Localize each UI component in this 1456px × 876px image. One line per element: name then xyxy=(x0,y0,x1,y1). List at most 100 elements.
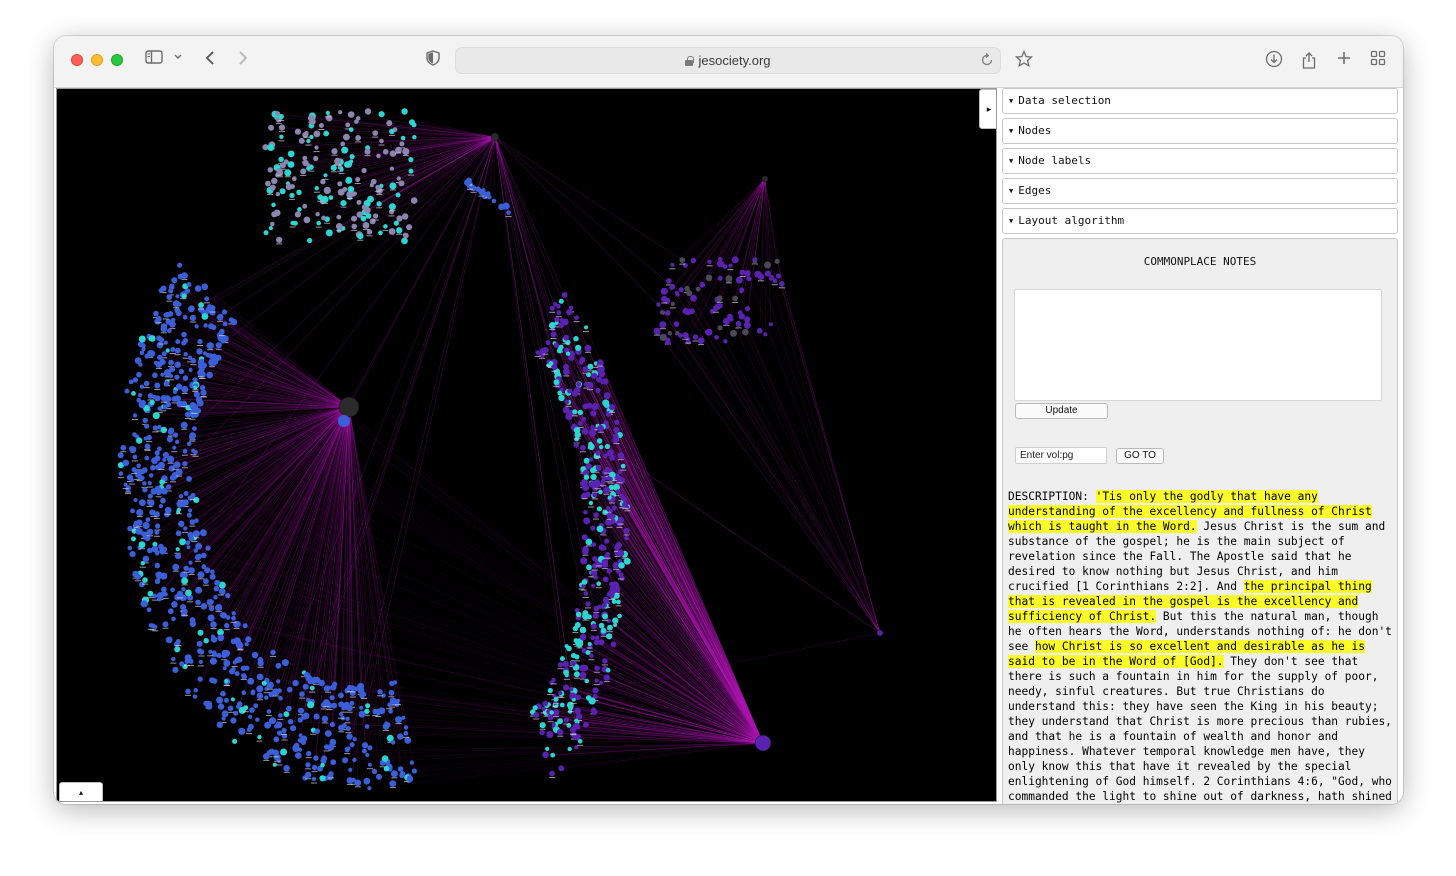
node-label-mark xyxy=(181,406,187,408)
node-label-mark xyxy=(349,691,356,693)
node-label-mark xyxy=(388,134,395,136)
graph-edge xyxy=(366,742,764,782)
graph-node xyxy=(303,672,311,679)
graph-node xyxy=(145,517,151,522)
graph-node xyxy=(404,736,412,744)
node-label-mark xyxy=(146,486,153,488)
section-node-labels[interactable]: ▼ Node labels xyxy=(1002,148,1398,174)
section-data-selection[interactable]: ▼ Data selection xyxy=(1002,88,1398,114)
graph-node xyxy=(546,731,554,738)
graph-node xyxy=(354,779,362,787)
graph-node xyxy=(608,588,616,596)
network-graph-canvas[interactable]: ▸ ▴ xyxy=(56,88,997,802)
graph-node xyxy=(175,553,182,560)
tab-overview-icon[interactable] xyxy=(1368,50,1388,72)
graph-node xyxy=(208,323,214,330)
share-icon[interactable] xyxy=(1299,50,1319,72)
graph-node xyxy=(567,746,572,752)
section-layout-algorithm[interactable]: ▼ Layout algorithm xyxy=(1002,208,1398,234)
node-label-mark xyxy=(345,732,352,734)
node-label-mark xyxy=(706,265,713,267)
graph-node xyxy=(183,565,189,571)
star-icon[interactable] xyxy=(1014,49,1034,72)
node-label-mark xyxy=(174,354,181,356)
graph-node xyxy=(210,636,218,643)
graph-node xyxy=(545,746,550,752)
node-label-mark xyxy=(374,190,381,192)
graph-node xyxy=(193,688,198,693)
graph-node xyxy=(175,310,182,317)
network-graph-svg[interactable] xyxy=(57,89,997,802)
graph-node xyxy=(410,197,418,204)
chevron-down-icon[interactable] xyxy=(172,50,184,72)
graph-node xyxy=(325,229,333,237)
graph-node xyxy=(193,450,198,455)
graph-node xyxy=(553,379,560,386)
minimize-window-button[interactable] xyxy=(91,54,103,66)
graph-node xyxy=(731,256,739,264)
goto-button[interactable]: GO TO xyxy=(1116,448,1164,464)
graph-node xyxy=(358,710,366,718)
graph-node xyxy=(194,554,201,561)
zoom-window-button[interactable] xyxy=(111,54,123,66)
graph-node xyxy=(188,560,193,565)
update-button[interactable]: Update xyxy=(1015,403,1108,419)
node-label-mark xyxy=(595,456,602,458)
graph-node xyxy=(337,181,343,187)
graph-node xyxy=(743,321,751,329)
graph-node xyxy=(575,344,582,351)
toggle-bottom-panel-button[interactable]: ▴ xyxy=(59,782,103,801)
caret-down-icon: ▼ xyxy=(1009,97,1014,105)
close-window-button[interactable] xyxy=(71,54,83,66)
node-label-mark xyxy=(608,411,615,413)
graph-node xyxy=(289,192,295,198)
graph-node xyxy=(661,295,668,303)
graph-node xyxy=(603,402,610,408)
reload-icon[interactable] xyxy=(980,52,994,73)
shield-icon[interactable] xyxy=(425,50,441,72)
graph-edge xyxy=(494,136,567,688)
node-label-mark xyxy=(321,722,328,724)
node-label-mark xyxy=(311,771,318,773)
node-label-mark xyxy=(192,391,199,393)
address-bar[interactable]: jesociety.org xyxy=(455,47,1001,74)
graph-node xyxy=(221,710,229,718)
back-icon[interactable] xyxy=(202,50,218,72)
toggle-panel-button[interactable]: ▸ xyxy=(979,89,996,129)
node-label-mark xyxy=(318,129,325,130)
node-label-mark xyxy=(154,389,161,390)
graph-node xyxy=(294,128,301,135)
section-nodes[interactable]: ▼ Nodes xyxy=(1002,118,1398,144)
node-label-mark xyxy=(549,777,556,778)
graph-node xyxy=(697,337,705,344)
volpg-input[interactable]: Enter vol:pg xyxy=(1015,447,1107,464)
graph-node xyxy=(218,588,223,594)
node-label-mark xyxy=(136,526,143,528)
node-label-mark xyxy=(570,733,576,735)
graph-node xyxy=(557,390,563,396)
node-label-mark xyxy=(166,300,173,302)
sidebar-icon[interactable] xyxy=(144,50,164,72)
graph-node xyxy=(159,479,165,485)
graph-node xyxy=(558,394,565,402)
graph-node xyxy=(585,695,592,701)
section-edges[interactable]: ▼ Edges xyxy=(1002,178,1398,204)
notes-textarea[interactable] xyxy=(1014,289,1382,401)
graph-node xyxy=(176,507,181,512)
graph-node xyxy=(613,427,620,434)
graph-node xyxy=(355,116,361,121)
node-label-mark xyxy=(467,188,473,190)
forward-icon[interactable] xyxy=(235,50,251,72)
graph-node xyxy=(216,652,222,658)
graph-node xyxy=(320,762,325,768)
graph-node xyxy=(271,202,276,208)
graph-node xyxy=(191,406,199,413)
url-display: jesociety.org xyxy=(456,48,1000,73)
download-icon[interactable] xyxy=(1264,50,1284,72)
new-tab-icon[interactable] xyxy=(1334,50,1354,72)
node-label-mark xyxy=(375,716,382,717)
graph-node xyxy=(735,321,742,327)
graph-node xyxy=(577,409,584,416)
graph-node xyxy=(569,687,574,692)
graph-node xyxy=(607,495,612,500)
